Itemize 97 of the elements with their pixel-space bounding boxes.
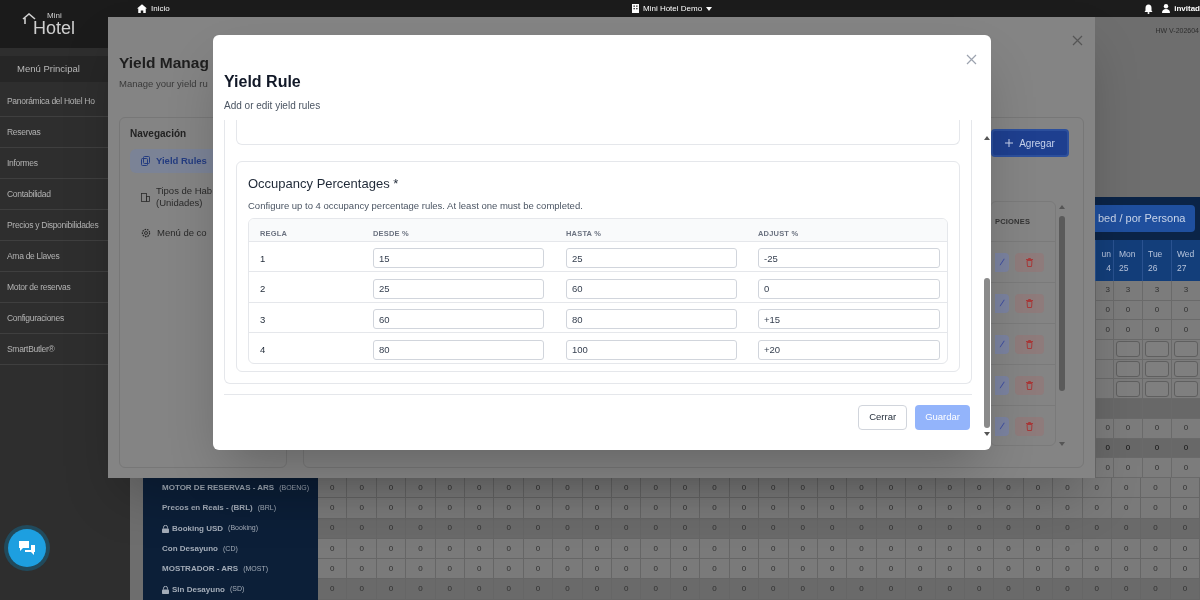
delete-button[interactable] [1015, 252, 1044, 272]
grid-input[interactable] [1145, 380, 1169, 397]
plus-icon [1005, 139, 1014, 147]
user-icon [1162, 4, 1171, 13]
chat-button[interactable] [8, 529, 46, 567]
lock-icon [162, 585, 169, 594]
bell-icon [1144, 3, 1154, 14]
input-field[interactable]: 0 [758, 278, 940, 299]
rate-name: Precos en Reais - (BRL) [162, 502, 253, 515]
edit-button[interactable] [995, 334, 1009, 354]
day-label: Mon [1119, 247, 1137, 261]
home-icon [137, 4, 147, 13]
building-icon [141, 192, 150, 202]
rule-number: 4 [260, 344, 266, 355]
rule-number: 2 [260, 283, 266, 294]
input-field[interactable]: +20 [758, 339, 940, 360]
trash-icon [1026, 257, 1033, 267]
building-icon [632, 4, 639, 13]
grid-input[interactable] [1145, 341, 1169, 358]
user-menu[interactable]: invitad [1162, 2, 1200, 15]
input-field[interactable]: 60 [373, 309, 544, 329]
nav-item[interactable]: Tipos de Hab (Unidades) [130, 179, 214, 215]
input-field[interactable]: 25 [566, 248, 737, 268]
grid-input[interactable] [1174, 380, 1198, 397]
rule-number: 1 [260, 252, 266, 264]
rate-name: MOTOR DE RESERVAS - ARS [162, 482, 275, 495]
input-field[interactable]: 100 [566, 339, 737, 360]
lock-icon [162, 524, 169, 533]
delete-button[interactable] [1015, 293, 1044, 313]
grid-cell: 0 [1142, 438, 1171, 458]
grid-cell: 3 [1171, 281, 1200, 300]
add-button[interactable]: Agregar [991, 129, 1069, 157]
edit-button[interactable] [995, 416, 1009, 436]
pencil-icon [999, 381, 1005, 389]
day-label: un [1101, 247, 1111, 261]
scrollbar[interactable] [1058, 204, 1066, 448]
chat-icon [18, 540, 36, 556]
hotel-selector[interactable]: Mini Hotel Demo [632, 2, 713, 15]
grid-cell: 0 [1171, 438, 1200, 458]
pencil-icon [999, 299, 1005, 307]
close-icon [966, 54, 977, 65]
close-icon [1072, 35, 1083, 46]
close-button[interactable]: Cerrar [858, 405, 908, 430]
pencil-icon [999, 340, 1005, 348]
copy-icon [141, 156, 150, 166]
dialog-subtitle: Add or edit yield rules [224, 99, 322, 113]
rate-name: Sin Desayuno [172, 583, 225, 596]
input-field[interactable]: 80 [373, 339, 544, 360]
edit-button[interactable] [995, 293, 1009, 313]
logo-text: Hotel [33, 18, 76, 37]
trash-icon [1026, 339, 1033, 349]
rate-name: Booking USD [172, 522, 224, 535]
grid-cell: 3 [1113, 281, 1142, 300]
grid-input[interactable] [1174, 341, 1198, 358]
trash-icon [1026, 380, 1033, 390]
pencil-icon [999, 422, 1005, 430]
input-field[interactable]: 15 [373, 248, 544, 268]
pencil-icon [999, 258, 1005, 266]
home-link[interactable]: Inicio [137, 2, 170, 15]
edit-button[interactable] [995, 375, 1009, 395]
grid-input[interactable] [1145, 361, 1169, 378]
grid-input[interactable] [1174, 361, 1198, 378]
edit-button[interactable] [995, 252, 1009, 272]
dialog-title: Yield Rule [224, 72, 302, 92]
day-label: Tue [1148, 247, 1164, 261]
rate-name: MOSTRADOR - ARS [162, 563, 239, 576]
rule-number: 3 [260, 313, 266, 325]
rate-name: Con Desayuno [162, 543, 218, 556]
input-field[interactable]: 25 [373, 278, 544, 299]
section-title: Occupancy Percentages * [248, 175, 400, 193]
grid-cell: 0 [1113, 438, 1142, 458]
view-mode-button[interactable]: bed / por Persona [1095, 205, 1195, 232]
delete-button[interactable] [1015, 416, 1044, 436]
date-label: 26 [1148, 261, 1159, 275]
input-field[interactable]: 80 [566, 309, 737, 329]
grid-input[interactable] [1116, 361, 1140, 378]
input-field[interactable]: 60 [566, 278, 737, 299]
section-hint: Configure up to 4 occupancy percentage rules. At least one must be completed. [248, 198, 584, 213]
input-field[interactable]: -25 [758, 248, 940, 268]
gear-icon [141, 228, 151, 238]
logo-small-text: Mini [47, 11, 63, 20]
date-label: 25 [1119, 261, 1130, 275]
grid-cell: 3 [1142, 281, 1171, 300]
nav-title: Navegación [130, 127, 188, 141]
trash-icon [1026, 298, 1033, 308]
house-icon [22, 12, 36, 25]
grid-input[interactable] [1116, 341, 1140, 358]
delete-button[interactable] [1015, 334, 1044, 354]
grid-input[interactable] [1116, 380, 1140, 397]
trash-icon [1026, 421, 1033, 431]
input-field[interactable]: +15 [758, 309, 940, 329]
day-label: Wed [1177, 247, 1196, 261]
nav-item[interactable]: Menú de co [130, 221, 214, 245]
date-label: 27 [1177, 261, 1188, 275]
delete-button[interactable] [1015, 375, 1044, 395]
date-label: 4 [1106, 261, 1111, 275]
caret-icon [706, 6, 713, 11]
